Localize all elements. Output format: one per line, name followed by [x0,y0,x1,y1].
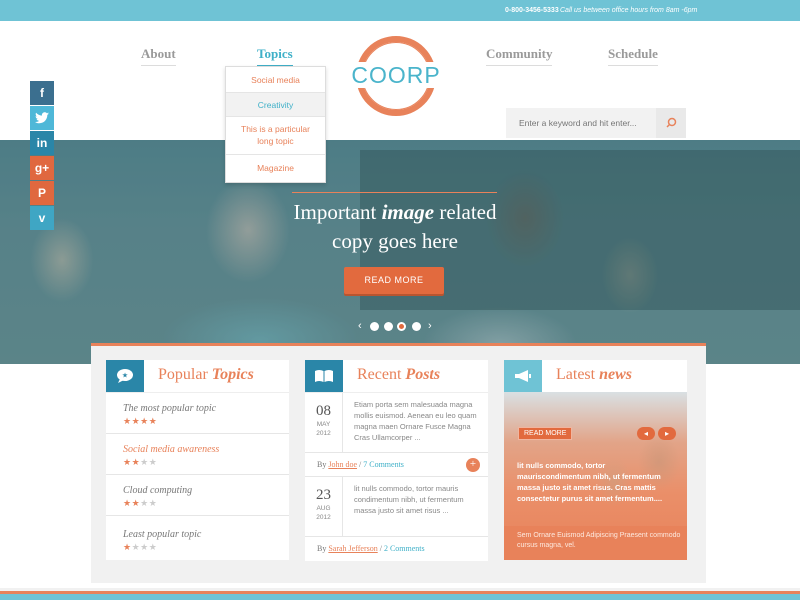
hero-rule [292,192,497,193]
topic-rating: ★★★★ [123,542,158,552]
search-button[interactable] [656,108,686,138]
news-read-more-button[interactable]: READ MORE [518,427,573,440]
twitter-icon[interactable] [30,106,54,130]
topic-rating: ★★★★ [123,457,158,467]
search-input[interactable] [506,108,654,138]
logo[interactable]: COORP [349,36,443,122]
post-day: 23 [316,487,331,503]
pinterest-icon[interactable]: P [30,181,54,205]
dropdown-item-creativity[interactable]: Creativity [226,93,325,117]
recent-posts-widget: Recent Posts 08 MAY 2012 Etiam porta sem… [305,360,488,561]
nav-topics[interactable]: Topics [257,46,293,66]
post-year: 2012 [316,430,331,437]
post-meta: By Sarah Jefferson / 2 Comments [317,544,425,553]
hero-headline-em: image [381,200,435,224]
post-comments-link[interactable]: 2 Comments [384,544,425,553]
dropdown-item-long-topic[interactable]: This is a particular long topic [226,117,325,155]
latest-news-title: Latest news [556,366,632,383]
post-by-label: By [317,460,327,469]
linkedin-icon[interactable]: in [30,131,54,155]
nav-community[interactable]: Community [486,46,553,66]
svg-text:★: ★ [122,372,128,380]
megaphone-icon [504,360,542,392]
content-area: ★ Popular Topics The most popular topic … [91,343,706,583]
slider-next-icon[interactable]: › [428,320,432,333]
post-excerpt: lit nulls commodo, tortor mauris condime… [354,484,464,515]
news-next-icon[interactable]: ▸ [658,427,676,440]
slider-dot-4[interactable] [412,322,421,331]
hero-read-more-button[interactable]: READ MORE [344,267,444,294]
post-year: 2012 [316,514,331,521]
topic-rating: ★★★★ [123,498,158,508]
facebook-icon[interactable]: f [30,81,54,105]
hero-headline-post: related [434,200,497,224]
search-box [506,108,686,138]
popular-topics-list: The most popular topic ★★★★ Social media… [106,392,289,560]
office-hours: Call us between office hours from 8am -6… [560,7,698,14]
topic-name: Social media awareness [123,444,220,455]
dropdown-item-social-media[interactable]: Social media [226,67,325,93]
slider-dots: ‹ › [356,320,436,334]
topic-name: The most popular topic [123,403,217,414]
nav-schedule[interactable]: Schedule [608,46,658,66]
recent-posts-header: Recent Posts [305,360,488,392]
news-caption: Sem Ornare Euismod Adipiscing Praesent c… [504,526,687,560]
post-day: 08 [316,403,331,419]
hero-headline-line2: copy goes here [332,229,458,253]
topic-item[interactable]: Least popular topic ★★★★ [106,516,289,560]
post-date: 23 AUG 2012 [305,477,343,537]
post-item[interactable]: 08 MAY 2012 Etiam porta sem malesuada ma… [305,393,488,453]
popular-topics-title: Popular Topics [158,366,254,383]
logo-text: COORP [349,62,443,88]
recent-posts-title: Recent Posts [357,366,441,383]
latest-news-header: Latest news [504,360,687,392]
popular-topics-header: ★ Popular Topics [106,360,289,392]
dropdown-item-magazine[interactable]: Magazine [226,155,325,182]
social-sidebar: f in g+ P v [30,81,54,231]
topic-rating: ★★★★ [123,416,158,426]
nav-about[interactable]: About [141,46,176,66]
topic-item[interactable]: Social media awareness ★★★★ [106,434,289,475]
post-excerpt: Etiam porta sem malesuada magna mollis e… [354,400,477,442]
footer-strip [0,588,800,600]
post-by-label: By [317,544,327,553]
topics-dropdown: Social media Creativity This is a partic… [225,66,326,183]
post-author-link[interactable]: Sarah Jefferson [328,544,377,553]
hero-headline-pre: Important [293,200,382,224]
post-date: 08 MAY 2012 [305,393,343,453]
popular-topics-widget: ★ Popular Topics The most popular topic … [106,360,289,560]
post-meta: By John doe / 7 Comments + [305,453,488,477]
hero-headline: Important image related copy goes here [260,198,530,256]
plus-icon[interactable]: + [466,458,480,472]
news-headline: lit nulls commodo, tortor mauriscondimen… [517,461,663,503]
search-icon [666,117,677,128]
post-item[interactable]: 23 AUG 2012 lit nulls commodo, tortor ma… [305,477,488,537]
book-icon [305,360,343,392]
slider-dot-3[interactable] [397,322,406,331]
hero-banner: Important image related copy goes here R… [0,140,800,364]
google-plus-icon[interactable]: g+ [30,156,54,180]
post-month: MAY [316,421,331,428]
chat-bubble-icon: ★ [106,360,144,392]
topic-name: Least popular topic [123,529,202,540]
top-bar: 0-800-3456-5333 Call us between office h… [0,0,800,21]
content-accent-line [91,343,706,346]
post-month: AUG [316,505,331,512]
topic-name: Cloud computing [123,485,193,496]
slider-dot-2[interactable] [384,322,393,331]
slider-prev-icon[interactable]: ‹ [358,320,362,333]
recent-posts-list: 08 MAY 2012 Etiam porta sem malesuada ma… [305,392,488,561]
news-prev-icon[interactable]: ◂ [637,427,655,440]
slider-dot-1[interactable] [370,322,379,331]
vimeo-icon[interactable]: v [30,206,54,230]
post-comments-link[interactable]: 7 Comments [363,460,404,469]
phone-number: 0-800-3456-5333 [505,7,559,14]
topic-item[interactable]: Cloud computing ★★★★ [106,475,289,516]
latest-news-widget: Latest news READ MORE ◂ ▸ lit nulls comm… [504,360,687,560]
post-author-link[interactable]: John doe [328,460,357,469]
topic-item[interactable]: The most popular topic ★★★★ [106,393,289,434]
news-featured-image[interactable]: READ MORE ◂ ▸ lit nulls commodo, tortor … [504,392,687,560]
footer-blue-bar [0,594,800,600]
